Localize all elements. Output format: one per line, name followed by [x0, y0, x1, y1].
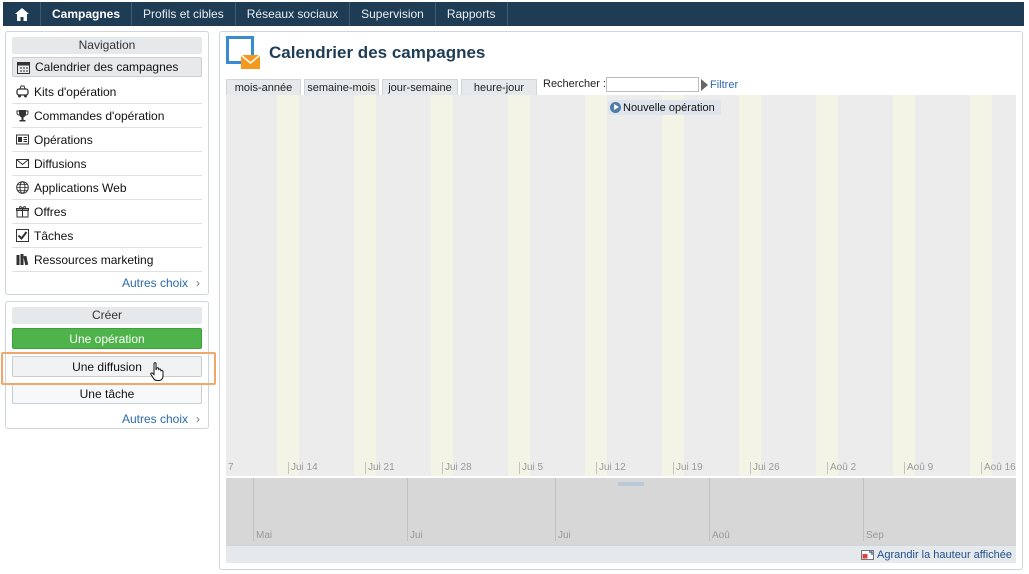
weekend-band [739, 95, 761, 476]
new-operation-item[interactable]: Nouvelle opération [608, 100, 721, 115]
create-operation-button[interactable]: Une opération [12, 328, 202, 349]
sidebar-item-label: Applications Web [34, 180, 127, 195]
timeline-date-label: Aoû 2 [827, 462, 856, 474]
timeline-date-label: Jui 26 [750, 462, 780, 474]
timeline-date-label: Jui 28 [442, 462, 472, 474]
campaign-calendar-icon [226, 36, 261, 69]
create-panel-title: Créer [12, 307, 202, 324]
navigation-more-link[interactable]: Autres choix › [122, 276, 200, 290]
operations-icon [16, 133, 29, 146]
weekend-band [277, 95, 299, 476]
sidebar-item-label: Opérations [34, 132, 93, 147]
sidebar-item-applications-web[interactable]: Applications Web [12, 176, 202, 200]
sidebar-item-label: Calendrier des campagnes [35, 60, 179, 74]
home-icon [14, 7, 29, 21]
timeline-date-label: Jui 5 [519, 462, 543, 474]
main-panel: Calendrier des campagnes mois-année sema… [219, 31, 1023, 570]
weekend-band [354, 95, 376, 476]
home-button[interactable] [3, 2, 41, 26]
tab-campagnes[interactable]: Campagnes [41, 2, 133, 26]
enlarge-height-label: Agrandir la hauteur affichée [877, 548, 1012, 561]
search-label: Rechercher : [543, 78, 606, 90]
enlarge-height-link[interactable]: Agrandir la hauteur affichée [861, 549, 1012, 561]
play-arrow-icon [701, 79, 708, 91]
navigation-panel: Navigation Calendrier des campagnes Kits… [5, 31, 209, 295]
weekend-band [816, 95, 838, 476]
books-icon [16, 253, 29, 266]
timeline-date-label: Jui 21 [365, 462, 395, 474]
weekend-band [893, 95, 915, 476]
create-task-button[interactable]: Une tâche [12, 383, 202, 404]
checkbox-icon [16, 229, 29, 242]
top-navigation-bar: Campagnes Profils et cibles Réseaux soci… [3, 2, 1024, 26]
filter-label: Filtrer [710, 79, 739, 91]
enlarge-icon [861, 549, 875, 560]
filter-button[interactable]: Filtrer [701, 79, 738, 91]
timeline-overview[interactable]: Mai Jui Jui Aoû Sep [226, 478, 1016, 545]
sidebar-item-label: Ressources marketing [34, 252, 154, 267]
trophy-icon [16, 109, 29, 122]
weekend-band [662, 95, 684, 476]
timeline-date-label: Jui 12 [596, 462, 626, 474]
sidebar-item-label: Kits d'opération [34, 84, 117, 99]
tab-reseaux-sociaux[interactable]: Réseaux sociaux [236, 2, 351, 26]
timeline-date-label: Jui 14 [288, 462, 318, 474]
tab-supervision[interactable]: Supervision [350, 2, 436, 26]
calendar-footer: Agrandir la hauteur affichée [226, 545, 1016, 563]
kit-icon [16, 85, 29, 98]
globe-icon [16, 181, 29, 194]
calendar-timeline[interactable]: Nouvelle opération 7 Jui 14 Jui 21 Jui 2… [226, 95, 1016, 476]
overview-month-label: Mai [253, 478, 272, 541]
tab-profils-et-cibles[interactable]: Profils et cibles [132, 2, 236, 26]
timeline-date-label: 7 [228, 462, 234, 473]
navigation-panel-title: Navigation [12, 37, 202, 54]
overview-month-label: Aoû [709, 478, 730, 541]
search-input[interactable] [606, 77, 699, 92]
timeline-date-label: Aoû 16 [981, 462, 1016, 474]
overview-month-label: Sep [863, 478, 884, 541]
sidebar-item-label: Commandes d'opération [34, 108, 165, 123]
weekend-band [431, 95, 453, 476]
tab-rapports[interactable]: Rapports [436, 2, 508, 26]
overview-scroll-thumb[interactable] [618, 482, 644, 486]
hand-cursor-icon [150, 362, 164, 381]
weekend-band [508, 95, 530, 476]
sidebar-item-label: Tâches [34, 228, 74, 243]
sidebar-item-label: Offres [34, 204, 67, 219]
create-panel: Créer Une opération Une diffusion Une tâ… [5, 301, 209, 429]
new-operation-label: Nouvelle opération [623, 101, 715, 114]
timeline-date-label: Aoû 9 [904, 462, 933, 474]
sidebar-item-taches[interactable]: Tâches [12, 224, 202, 248]
navigation-list: Calendrier des campagnes Kits d'opératio… [12, 57, 202, 272]
sidebar-item-commandes[interactable]: Commandes d'opération [12, 104, 202, 128]
timeline-date-label: Jui 19 [673, 462, 703, 474]
overview-month-label: Jui [555, 478, 571, 541]
gift-icon [16, 205, 29, 218]
sidebar-item-operations[interactable]: Opérations [12, 128, 202, 152]
sidebar-item-calendrier[interactable]: Calendrier des campagnes [12, 57, 202, 77]
calendar-icon [17, 61, 30, 74]
sidebar-item-offres[interactable]: Offres [12, 200, 202, 224]
sidebar-item-kits[interactable]: Kits d'opération [12, 80, 202, 104]
navigation-more-label: Autres choix [121, 276, 188, 290]
create-more-link[interactable]: Autres choix › [122, 412, 200, 426]
sidebar-item-label: Diffusions [34, 156, 87, 171]
envelope-icon [16, 157, 29, 170]
overview-month-label: Jui [407, 478, 423, 541]
create-more-label: Autres choix [121, 412, 188, 426]
chevron-right-icon: › [196, 276, 200, 290]
weekend-band [970, 95, 992, 476]
play-circle-icon [610, 102, 621, 113]
sidebar-item-diffusions[interactable]: Diffusions [12, 152, 202, 176]
create-delivery-button[interactable]: Une diffusion [12, 356, 202, 377]
weekend-band [585, 95, 607, 476]
page-title: Calendrier des campagnes [269, 43, 486, 62]
chevron-right-icon: › [196, 412, 200, 426]
sidebar-item-ressources-marketing[interactable]: Ressources marketing [12, 248, 202, 272]
